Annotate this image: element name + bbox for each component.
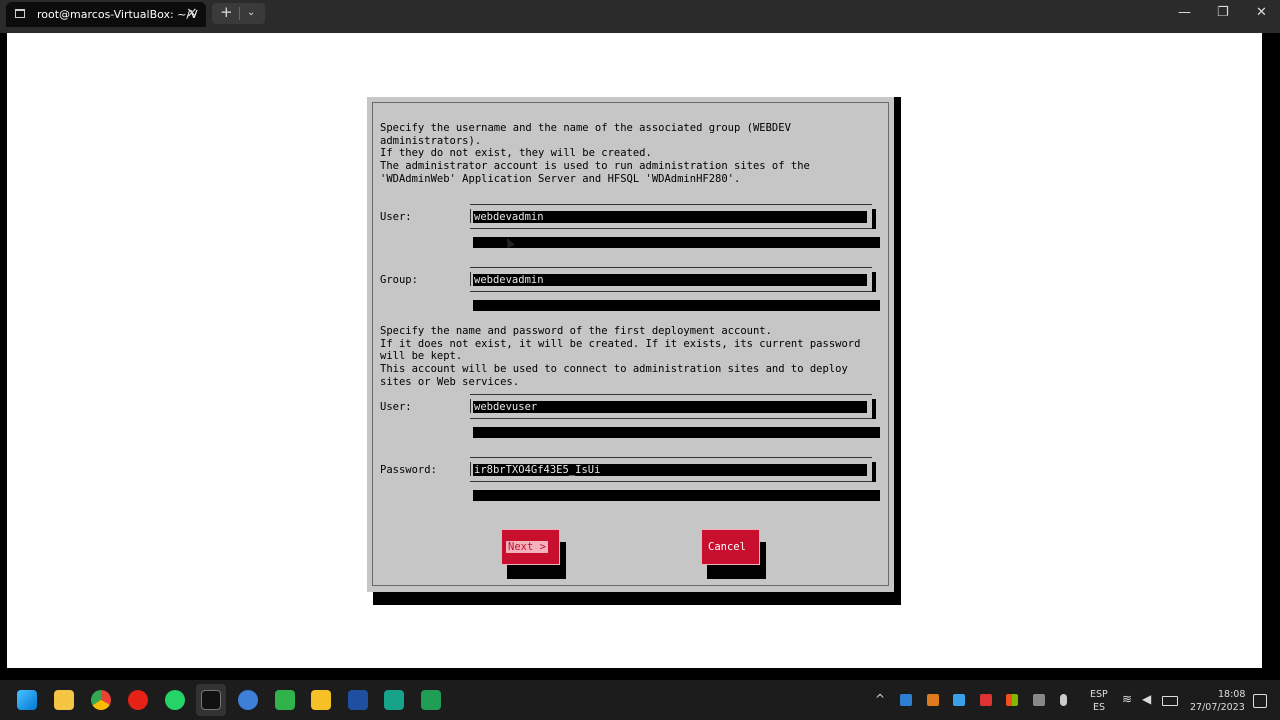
terminal-icon[interactable] bbox=[201, 690, 221, 710]
next-button-label: Next > bbox=[506, 541, 548, 553]
app-installer-icon[interactable] bbox=[384, 690, 404, 710]
vscode-icon[interactable] bbox=[348, 690, 368, 710]
close-icon[interactable]: × bbox=[186, 5, 198, 21]
cancel-button-label: Cancel bbox=[708, 541, 746, 553]
deploy-password-label: Password: bbox=[380, 464, 437, 476]
field-frame bbox=[470, 272, 471, 286]
admin-user-label: User: bbox=[380, 211, 412, 223]
notes-icon[interactable] bbox=[311, 690, 331, 710]
close-button[interactable]: ✕ bbox=[1256, 5, 1267, 20]
chevron-down-icon[interactable]: ⌄ bbox=[247, 7, 255, 18]
field-shadow bbox=[872, 399, 876, 419]
field-frame bbox=[470, 291, 872, 292]
field-frame bbox=[470, 418, 872, 419]
admin-intro-text: Specify the username and the name of the… bbox=[380, 122, 810, 185]
deploy-intro-text: Specify the name and password of the fir… bbox=[380, 325, 861, 388]
office-icon[interactable] bbox=[1006, 694, 1018, 706]
tray-app-icon[interactable] bbox=[900, 694, 912, 706]
whatsapp-icon[interactable] bbox=[165, 690, 185, 710]
usb-icon[interactable] bbox=[1033, 694, 1045, 706]
windows-start-icon[interactable] bbox=[17, 690, 37, 710]
chevron-up-icon[interactable]: ^ bbox=[875, 692, 885, 706]
sync-icon[interactable] bbox=[927, 694, 939, 706]
next-button[interactable]: Next > bbox=[501, 529, 560, 565]
field-shadow bbox=[473, 427, 880, 438]
field-frame bbox=[470, 462, 471, 476]
file-explorer-icon[interactable] bbox=[54, 690, 74, 710]
speaker-icon[interactable]: ◀ bbox=[1142, 692, 1151, 706]
notification-bell-icon[interactable] bbox=[1253, 694, 1267, 708]
field-shadow bbox=[473, 490, 880, 501]
wifi-icon[interactable]: ≋ bbox=[1122, 692, 1132, 706]
divider bbox=[239, 7, 240, 20]
microphone-icon[interactable] bbox=[1060, 694, 1067, 706]
clock-time[interactable]: 18:08 bbox=[1218, 689, 1245, 700]
field-frame bbox=[470, 209, 471, 223]
field-frame bbox=[470, 399, 471, 413]
tab-title: root@marcos-VirtualBox: ~/V bbox=[37, 8, 198, 21]
tray-app-icon[interactable] bbox=[953, 694, 965, 706]
field-shadow bbox=[473, 300, 880, 311]
field-frame bbox=[470, 204, 872, 205]
minimize-button[interactable]: — bbox=[1178, 5, 1191, 20]
battery-icon[interactable] bbox=[1162, 696, 1178, 706]
deploy-user-label: User: bbox=[380, 401, 412, 413]
admin-user-input[interactable]: webdevadmin bbox=[473, 211, 867, 223]
cancel-button[interactable]: Cancel bbox=[701, 529, 760, 565]
taskbar: ^ ESP ES ≋ ◀ 18:08 27/07/2023 bbox=[0, 680, 1280, 720]
sheets-icon[interactable] bbox=[421, 690, 441, 710]
setup-dialog: Specify the username and the name of the… bbox=[367, 97, 894, 592]
deploy-password-input[interactable]: ir8brTXO4Gf43E5_IsUi bbox=[473, 464, 867, 476]
field-frame bbox=[470, 228, 872, 229]
terminal-tab[interactable]: root@marcos-VirtualBox: ~/V × bbox=[6, 2, 206, 27]
admin-group-label: Group: bbox=[380, 274, 418, 286]
field-shadow bbox=[872, 272, 876, 292]
field-shadow bbox=[872, 462, 876, 482]
youtube-music-icon[interactable] bbox=[128, 690, 148, 710]
field-frame bbox=[470, 267, 872, 268]
field-shadow bbox=[872, 209, 876, 229]
browser-icon[interactable] bbox=[238, 690, 258, 710]
tab-actions: + ⌄ bbox=[212, 3, 265, 24]
field-shadow bbox=[473, 237, 880, 248]
field-frame bbox=[470, 457, 872, 458]
language-indicator[interactable]: ESP bbox=[1090, 689, 1108, 700]
maximize-button[interactable]: ❐ bbox=[1217, 5, 1229, 20]
deploy-user-input[interactable]: webdevuser bbox=[473, 401, 867, 413]
field-frame bbox=[470, 481, 872, 482]
clock-date[interactable]: 27/07/2023 bbox=[1190, 702, 1245, 713]
record-icon[interactable] bbox=[980, 694, 992, 706]
field-frame bbox=[470, 394, 872, 395]
chrome-icon[interactable] bbox=[91, 690, 111, 710]
terminal-icon bbox=[15, 9, 25, 18]
keyboard-layout[interactable]: ES bbox=[1093, 702, 1105, 713]
admin-group-input[interactable]: webdevadmin bbox=[473, 274, 867, 286]
recycle-icon[interactable] bbox=[275, 690, 295, 710]
plus-icon[interactable]: + bbox=[220, 3, 233, 21]
window-titlebar: root@marcos-VirtualBox: ~/V × + ⌄ — ❐ ✕ bbox=[0, 0, 1280, 33]
